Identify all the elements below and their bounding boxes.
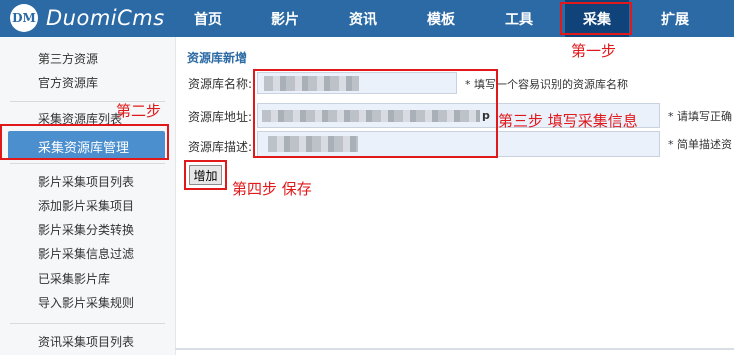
step4-annotation: 第四步 保存 [232,180,312,198]
nav-news[interactable]: 资讯 [333,0,393,37]
sidebar-item-category-convert[interactable]: 影片采集分类转换 [38,221,134,238]
nav-movies[interactable]: 影片 [255,0,315,37]
page-title: 资源库新增 [187,51,248,65]
sidebar-item-official[interactable]: 官方资源库 [38,74,98,91]
bottom-divider [175,348,734,350]
sidebar-item-movie-projects[interactable]: 影片采集项目列表 [38,173,134,190]
logo-text: DuomiCms [46,6,165,30]
step4-highlight [184,160,227,190]
sidebar-item-news-projects[interactable]: 资讯采集项目列表 [38,333,134,350]
logo[interactable]: DM DuomiCms [10,3,165,33]
step3-annotation: 第三步 填写采集信息 [498,112,638,130]
name-label: 资源库名称: [188,77,253,91]
sidebar-item-import-rules[interactable]: 导入影片采集规则 [38,294,134,311]
sidebar: 第三方资源 官方资源库 采集资源库列表 采集资源库管理 影片采集项目列表 添加影… [0,37,176,355]
sidebar-item-info-filter[interactable]: 影片采集信息过滤 [38,245,134,262]
url-label: 资源库地址: [188,110,253,124]
nav-home[interactable]: 首页 [178,0,238,37]
sidebar-item-third-party[interactable]: 第三方资源 [38,50,98,67]
logo-icon: DM [10,4,38,32]
sidebar-item-add-movie-project[interactable]: 添加影片采集项目 [38,197,134,214]
step1-annotation: 第一步 [571,42,617,60]
step2-highlight [0,124,169,160]
url-hint: * 请填写正确 [668,110,732,123]
sidebar-item-collected-library[interactable]: 已采集影片库 [38,270,110,287]
sidebar-divider [10,323,165,324]
nav-templates[interactable]: 模板 [411,0,471,37]
step3-highlight [253,69,498,158]
sidebar-divider [10,163,165,164]
desc-hint: * 简单描述资 [668,138,732,151]
step2-annotation: 第二步 [116,102,162,120]
step1-highlight [560,2,632,35]
nav-tools[interactable]: 工具 [489,0,549,37]
desc-label: 资源库描述: [188,140,253,154]
nav-extend[interactable]: 扩展 [645,0,705,37]
